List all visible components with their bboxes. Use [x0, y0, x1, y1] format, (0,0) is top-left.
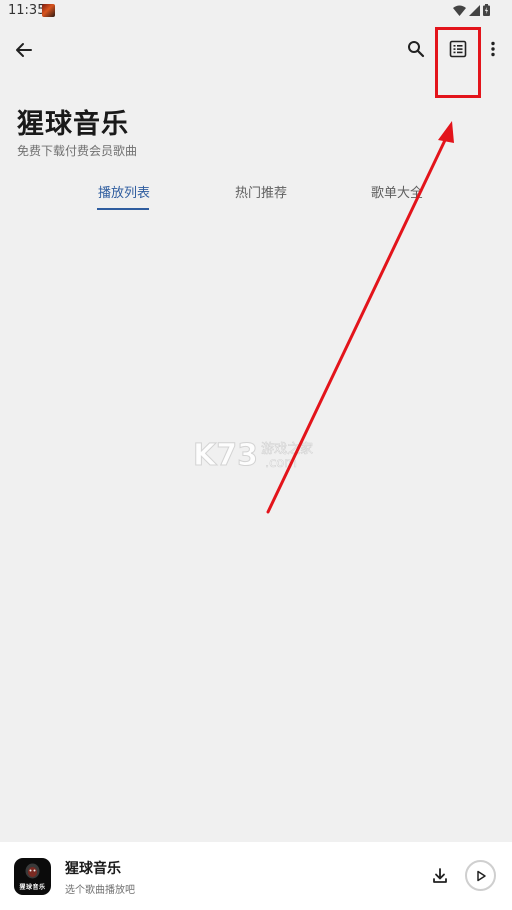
notification-app-icon [42, 4, 55, 17]
back-arrow-icon [16, 43, 32, 57]
tab-playlist[interactable]: 播放列表 [98, 182, 150, 201]
status-time: 11:35 [8, 3, 46, 18]
more-options-button[interactable] [482, 36, 504, 62]
more-vert-icon [491, 41, 495, 57]
download-button[interactable] [430, 866, 450, 886]
album-art-text: 猩球音乐 [19, 884, 46, 891]
search-button[interactable] [403, 36, 429, 62]
watermark-line2: .com [265, 456, 297, 471]
page-title: 猩球音乐 [17, 109, 129, 140]
watermark-logo: K73 游戏之家 .com [191, 436, 321, 474]
tab-bar: 播放列表 热门推荐 歌单大全 [0, 180, 512, 214]
page-subtitle: 免费下载付费会员歌曲 [17, 144, 138, 158]
signal-icon [469, 4, 480, 16]
watermark-graphic: K73 游戏之家 .com [193, 438, 314, 474]
play-icon [476, 870, 486, 881]
tab-song-lists[interactable]: 歌单大全 [371, 182, 423, 201]
player-title: 猩球音乐 [65, 861, 121, 877]
status-icons [453, 4, 490, 16]
mini-player[interactable]: 猩球音乐 猩球音乐 选个歌曲播放吧 [0, 842, 512, 910]
watermark-line1: 游戏之家 [261, 441, 313, 457]
battery-icon [483, 4, 490, 16]
play-button[interactable] [465, 860, 496, 891]
annotation-highlight-box [435, 27, 481, 98]
watermark-brand: K73 [193, 438, 258, 472]
download-icon [433, 868, 447, 883]
album-art[interactable]: 猩球音乐 [14, 858, 51, 895]
wifi-icon [453, 5, 466, 16]
player-subtitle: 选个歌曲播放吧 [65, 885, 135, 896]
tab-hot-recommend[interactable]: 热门推荐 [235, 182, 287, 201]
status-bar: 11:35 [0, 0, 512, 22]
search-icon [408, 41, 425, 58]
tab-active-indicator [97, 208, 149, 210]
back-button[interactable] [10, 36, 38, 64]
